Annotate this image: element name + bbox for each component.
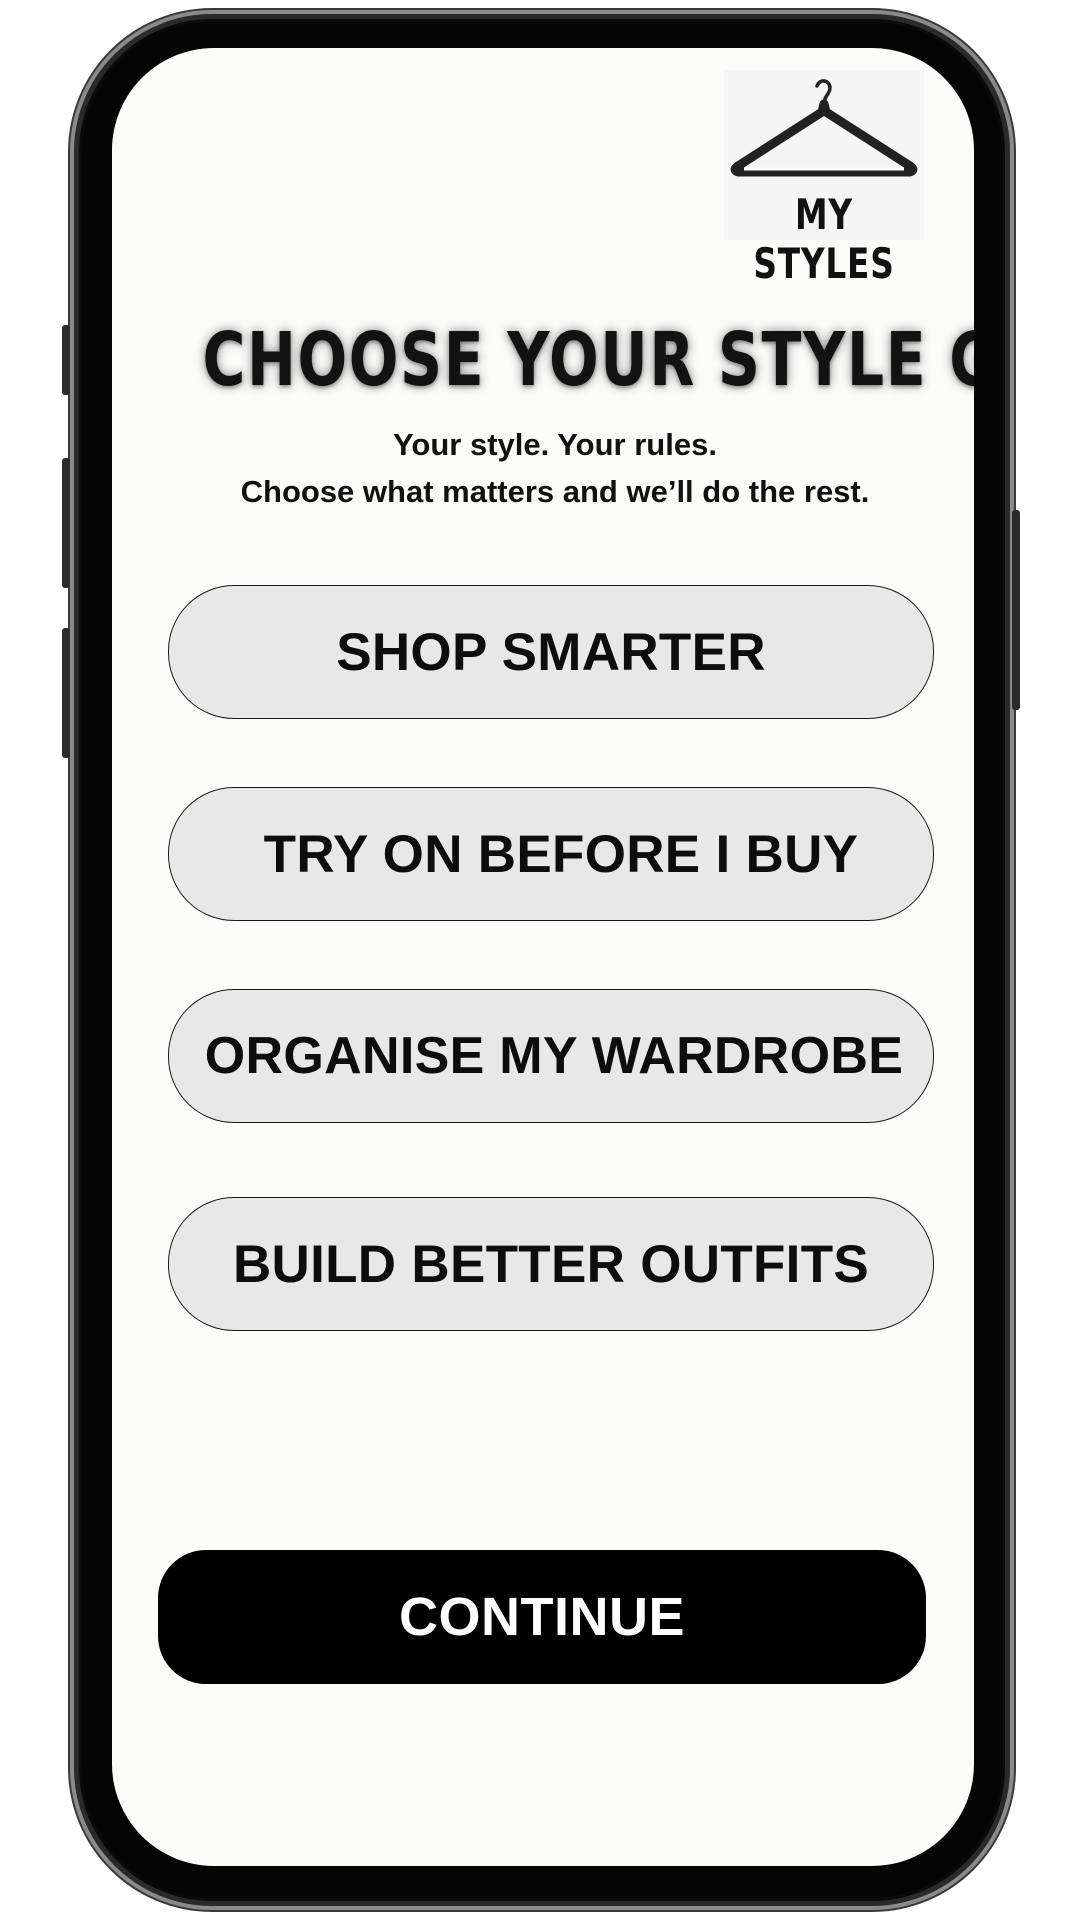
clothes-hanger-icon bbox=[730, 79, 918, 177]
logo-text: MY STYLES bbox=[753, 190, 895, 288]
option-label: ORGANISE MY WARDROBE bbox=[204, 1027, 904, 1085]
page-title: CHOOSE YOUR STYLE GOALS bbox=[202, 317, 974, 403]
mute-switch bbox=[62, 325, 70, 395]
option-label: TRY ON BEFORE I BUY bbox=[263, 824, 859, 884]
option-organise-my-wardrobe[interactable]: ORGANISE MY WARDROBE bbox=[168, 989, 934, 1123]
subtitle-line-1: Your style. Your rules. bbox=[393, 427, 717, 462]
option-shop-smarter[interactable]: SHOP SMARTER bbox=[168, 585, 934, 719]
continue-button[interactable]: CONTINUE bbox=[158, 1550, 926, 1684]
volume-up-button bbox=[62, 458, 70, 588]
option-label: BUILD BETTER OUTFITS bbox=[232, 1234, 870, 1294]
option-build-better-outfits[interactable]: BUILD BETTER OUTFITS bbox=[168, 1197, 934, 1331]
subtitle-line-2: Choose what matters and we’ll do the res… bbox=[240, 474, 870, 509]
option-label: SHOP SMARTER bbox=[336, 622, 766, 682]
app-logo: MY STYLES bbox=[724, 70, 924, 288]
continue-label: CONTINUE bbox=[399, 1587, 685, 1647]
app-screen: MY STYLES CHOOSE YOUR STYLE GOALS Your s… bbox=[112, 48, 974, 1866]
option-try-on-before-i-buy[interactable]: TRY ON BEFORE I BUY bbox=[168, 787, 934, 921]
volume-down-button bbox=[62, 628, 70, 758]
power-button bbox=[1012, 510, 1020, 710]
